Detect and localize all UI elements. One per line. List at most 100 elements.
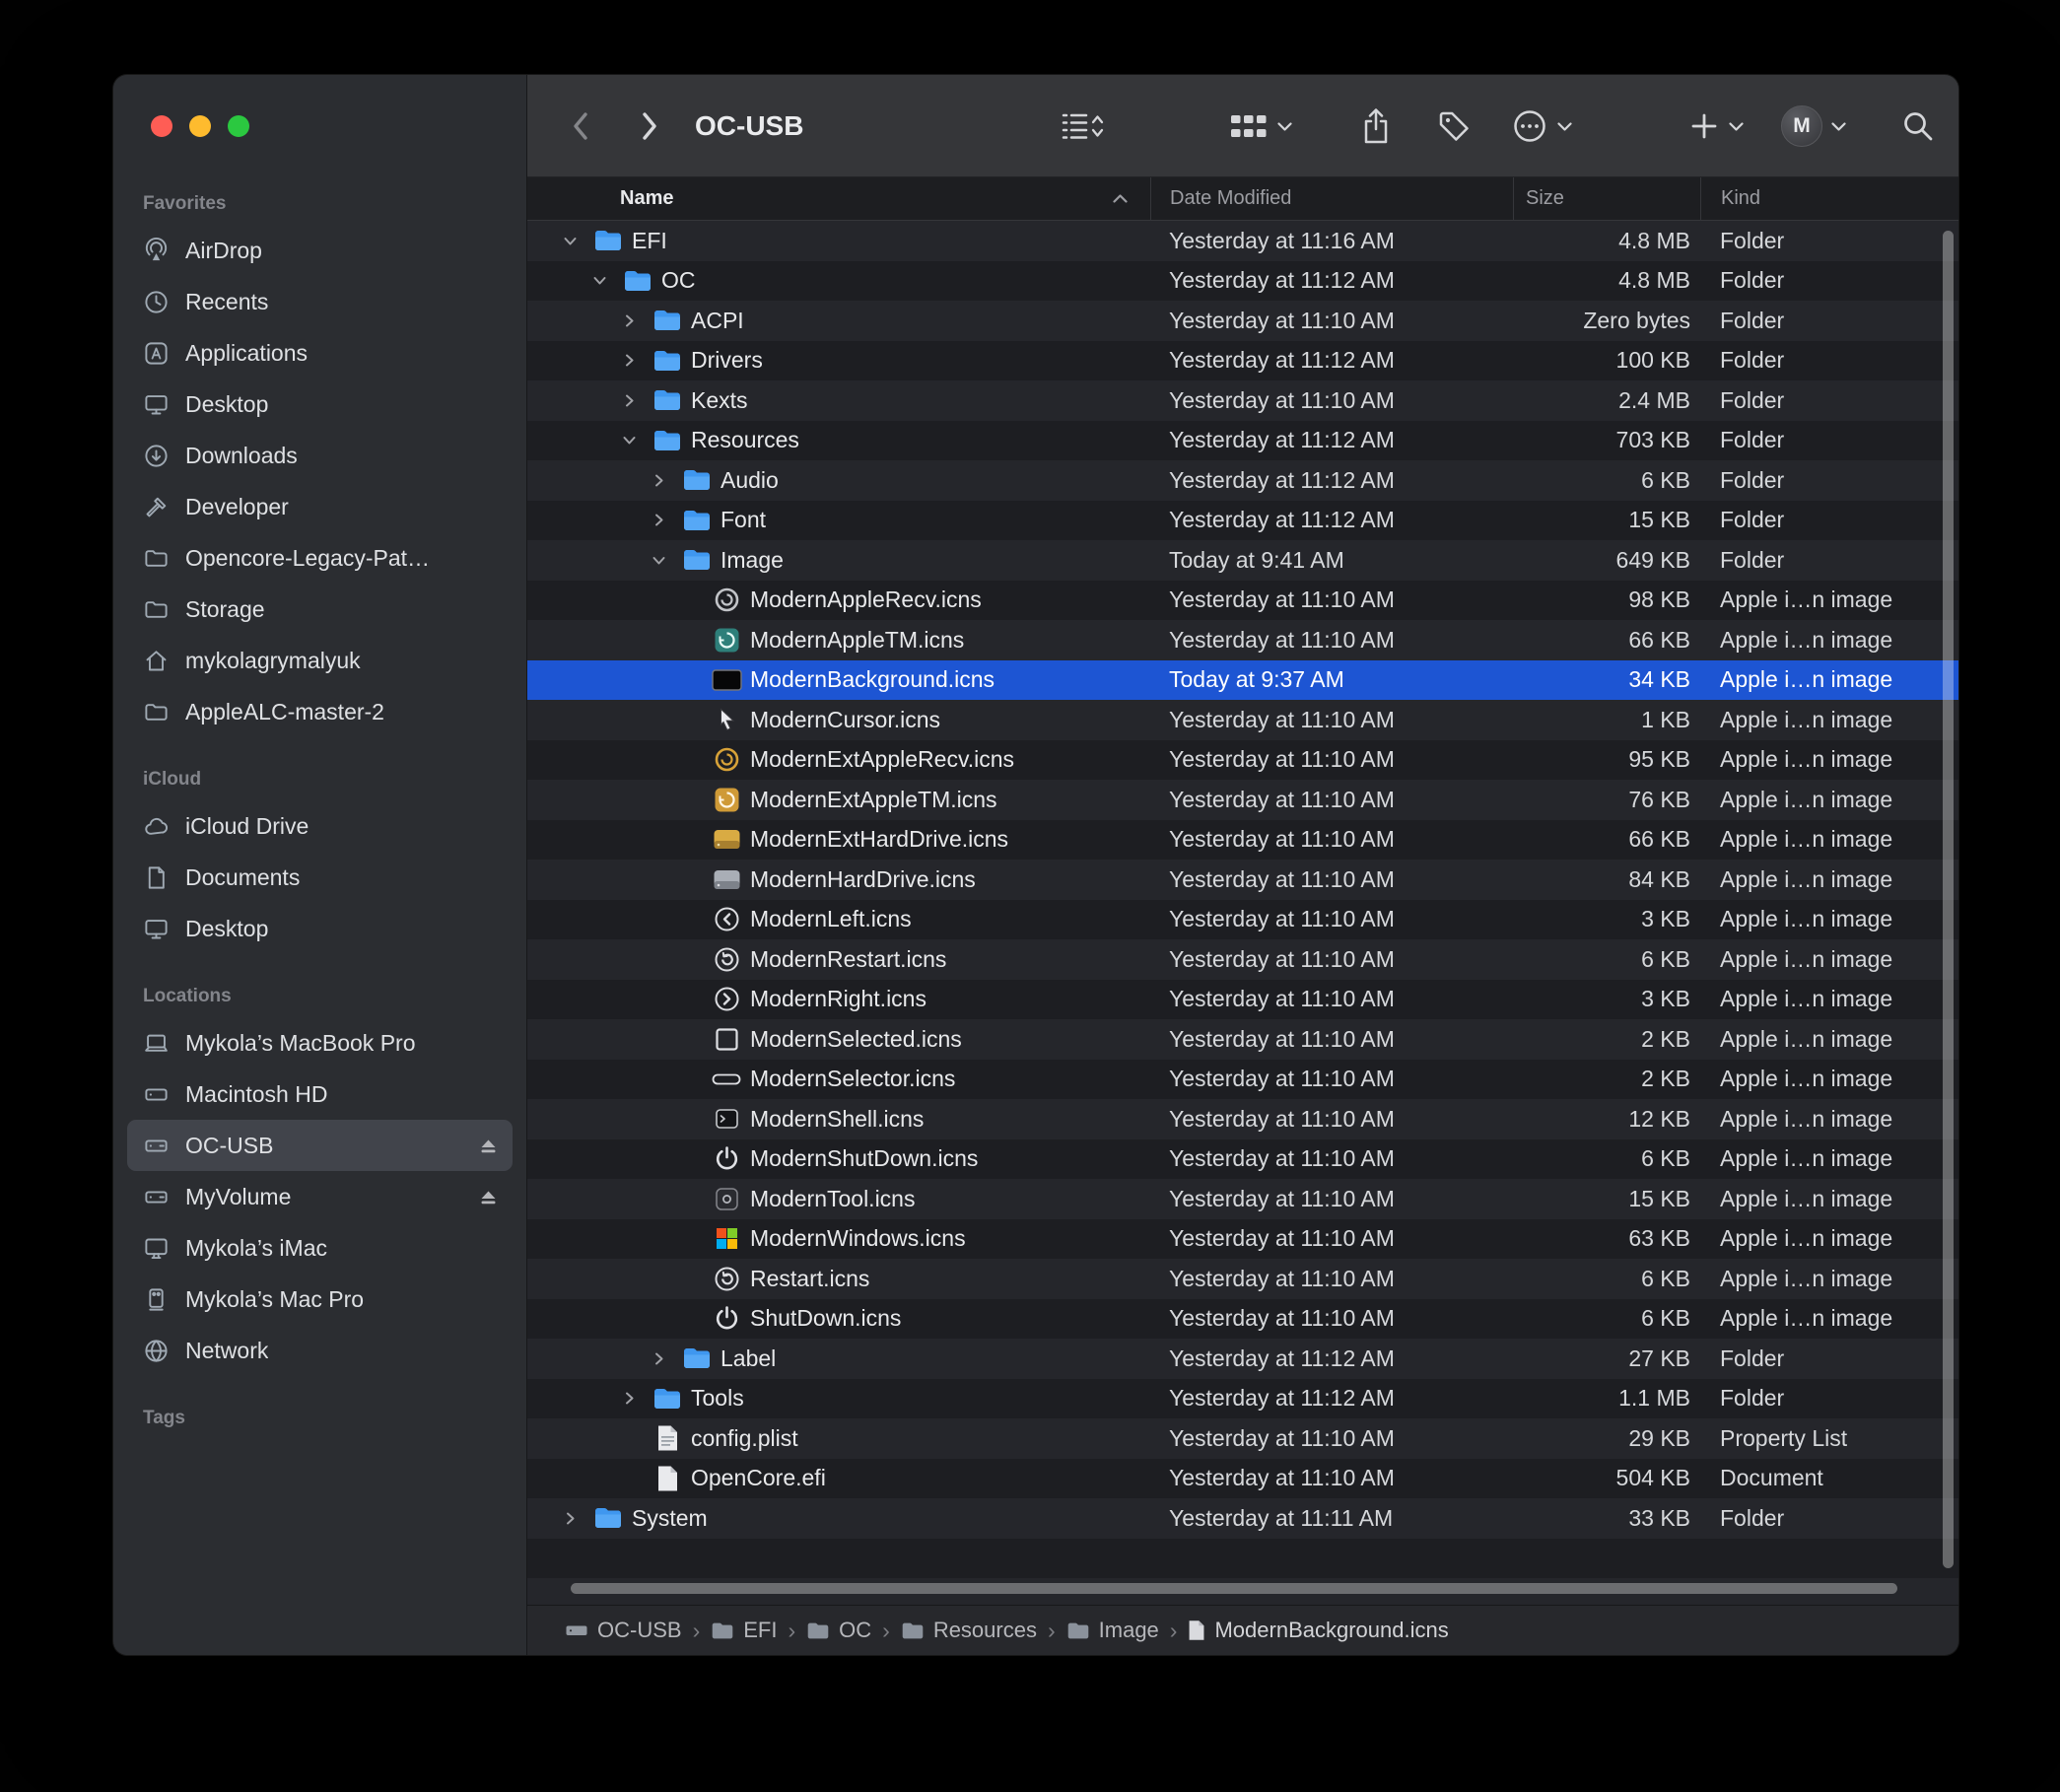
file-kind: Apple i…n image <box>1700 866 1958 893</box>
file-size: 6 KB <box>1513 1145 1700 1172</box>
file-row[interactable]: LabelYesterday at 11:12 AM27 KBFolder <box>527 1339 1958 1379</box>
file-row[interactable]: ModernAppleRecv.icnsYesterday at 11:10 A… <box>527 581 1958 621</box>
column-header-size[interactable]: Size <box>1513 177 1700 220</box>
sidebar-item-storage[interactable]: Storage <box>127 584 513 635</box>
sidebar-item-mykolagrymalyuk[interactable]: mykolagrymalyuk <box>127 635 513 686</box>
file-row[interactable]: ModernLeft.icnsYesterday at 11:10 AM3 KB… <box>527 900 1958 940</box>
file-row[interactable]: DriversYesterday at 11:12 AM100 KBFolder <box>527 341 1958 381</box>
file-row[interactable]: ModernSelected.icnsYesterday at 11:10 AM… <box>527 1019 1958 1060</box>
minimize-button[interactable] <box>189 115 211 137</box>
file-row[interactable]: ModernAppleTM.icnsYesterday at 11:10 AM6… <box>527 620 1958 660</box>
disclosure-triangle[interactable] <box>652 1351 681 1366</box>
file-row[interactable]: ModernCursor.icnsYesterday at 11:10 AM1 … <box>527 700 1958 740</box>
group-button[interactable] <box>1229 75 1293 177</box>
sidebar-item-desktop[interactable]: Desktop <box>127 379 513 430</box>
forward-button[interactable] <box>638 75 661 177</box>
sidebar-item-desktop[interactable]: Desktop <box>127 903 513 954</box>
sidebar-item-icloud-drive[interactable]: iCloud Drive <box>127 800 513 852</box>
file-size: 649 KB <box>1513 547 1700 574</box>
disclosure-triangle[interactable] <box>563 1511 592 1526</box>
path-segment-oc-usb[interactable]: OC-USB <box>565 1618 682 1643</box>
disclosure-triangle[interactable] <box>622 1391 652 1406</box>
sidebar-item-recents[interactable]: Recents <box>127 276 513 327</box>
file-row[interactable]: FontYesterday at 11:12 AM15 KBFolder <box>527 501 1958 541</box>
sidebar-item-label: Downloads <box>185 443 298 469</box>
disclosure-triangle[interactable] <box>592 273 622 288</box>
sidebar-item-applications[interactable]: Applications <box>127 327 513 379</box>
file-row[interactable]: Restart.icnsYesterday at 11:10 AM6 KBApp… <box>527 1259 1958 1299</box>
disclosure-triangle[interactable] <box>652 473 681 488</box>
zoom-button[interactable] <box>228 115 249 137</box>
column-header-name[interactable]: Name <box>527 177 1150 220</box>
eject-icon[interactable] <box>478 1188 499 1206</box>
sidebar-item-myvolume[interactable]: MyVolume <box>127 1171 513 1222</box>
vertical-scrollbar[interactable] <box>1943 231 1954 1568</box>
file-row[interactable]: ShutDown.icnsYesterday at 11:10 AM6 KBAp… <box>527 1299 1958 1340</box>
search-button[interactable] <box>1899 75 1937 177</box>
file-row[interactable]: ModernTool.icnsYesterday at 11:10 AM15 K… <box>527 1179 1958 1219</box>
share-button[interactable] <box>1361 75 1391 177</box>
disclosure-triangle[interactable] <box>622 313 652 328</box>
file-row[interactable]: ModernShutDown.icnsYesterday at 11:10 AM… <box>527 1139 1958 1180</box>
disclosure-triangle[interactable] <box>563 234 592 248</box>
sidebar-item-documents[interactable]: Documents <box>127 852 513 903</box>
sidebar-item-network[interactable]: Network <box>127 1325 513 1376</box>
file-row[interactable]: ModernExtAppleTM.icnsYesterday at 11:10 … <box>527 780 1958 820</box>
eject-icon[interactable] <box>478 1137 499 1155</box>
column-header-kind[interactable]: Kind <box>1700 177 1958 220</box>
file-date-modified: Yesterday at 11:12 AM <box>1150 347 1513 374</box>
column-header-date-modified[interactable]: Date Modified <box>1150 177 1513 220</box>
sidebar-item-mykola-s-imac[interactable]: Mykola’s iMac <box>127 1222 513 1274</box>
horizontal-scrollbar[interactable] <box>571 1583 1897 1594</box>
disclosure-triangle[interactable] <box>622 433 652 448</box>
sidebar-item-opencore-legacy-pat[interactable]: Opencore-Legacy-Pat… <box>127 532 513 584</box>
sidebar-item-mykola-s-mac-pro[interactable]: Mykola’s Mac Pro <box>127 1274 513 1325</box>
file-row[interactable]: ACPIYesterday at 11:10 AMZero bytesFolde… <box>527 301 1958 341</box>
file-row[interactable]: ModernWindows.icnsYesterday at 11:10 AM6… <box>527 1219 1958 1260</box>
sidebar-item-developer[interactable]: Developer <box>127 481 513 532</box>
file-row[interactable]: ModernSelector.icnsYesterday at 11:10 AM… <box>527 1060 1958 1100</box>
file-row[interactable]: AudioYesterday at 11:12 AM6 KBFolder <box>527 460 1958 501</box>
file-row[interactable]: ModernRestart.icnsYesterday at 11:10 AM6… <box>527 939 1958 980</box>
more-actions-button[interactable] <box>1511 75 1573 177</box>
file-row[interactable]: ModernShell.icnsYesterday at 11:10 AM12 … <box>527 1099 1958 1139</box>
sidebar-item-applealc-master-2[interactable]: AppleALC-master-2 <box>127 686 513 737</box>
sidebar-item-downloads[interactable]: Downloads <box>127 430 513 481</box>
path-segment-oc[interactable]: OC <box>806 1618 871 1643</box>
path-segment-modernbackground-icns[interactable]: ModernBackground.icns <box>1188 1618 1448 1643</box>
file-row[interactable]: ToolsYesterday at 11:12 AM1.1 MBFolder <box>527 1379 1958 1419</box>
file-row[interactable]: SystemYesterday at 11:11 AM33 KBFolder <box>527 1498 1958 1539</box>
disclosure-triangle[interactable] <box>622 353 652 368</box>
add-button[interactable] <box>1688 75 1745 177</box>
file-name: System <box>632 1505 708 1532</box>
file-row[interactable]: OpenCore.efiYesterday at 11:10 AM504 KBD… <box>527 1459 1958 1499</box>
sidebar-item-oc-usb[interactable]: OC-USB <box>127 1120 513 1171</box>
file-row[interactable]: ModernExtAppleRecv.icnsYesterday at 11:1… <box>527 740 1958 781</box>
back-button[interactable] <box>569 75 592 177</box>
tags-button[interactable] <box>1436 75 1472 177</box>
file-size: 2.4 MB <box>1513 387 1700 414</box>
file-row[interactable]: KextsYesterday at 11:10 AM2.4 MBFolder <box>527 380 1958 421</box>
file-row[interactable]: ModernRight.icnsYesterday at 11:10 AM3 K… <box>527 980 1958 1020</box>
sidebar-item-macintosh-hd[interactable]: Macintosh HD <box>127 1068 513 1120</box>
file-name: ModernBackground.icns <box>750 666 995 693</box>
path-segment-resources[interactable]: Resources <box>901 1618 1037 1643</box>
view-options-button[interactable] <box>1060 75 1105 177</box>
path-segment-image[interactable]: Image <box>1066 1618 1159 1643</box>
file-row[interactable]: ModernBackground.icnsToday at 9:37 AM34 … <box>527 660 1958 701</box>
sidebar-item-mykola-s-macbook-pro[interactable]: Mykola’s MacBook Pro <box>127 1017 513 1068</box>
file-row[interactable]: config.plistYesterday at 11:10 AM29 KBPr… <box>527 1418 1958 1459</box>
user-avatar-button[interactable]: M <box>1781 75 1847 177</box>
disclosure-triangle[interactable] <box>622 393 652 408</box>
disclosure-triangle[interactable] <box>652 553 681 568</box>
file-row[interactable]: ModernExtHardDrive.icnsYesterday at 11:1… <box>527 820 1958 861</box>
file-row[interactable]: ImageToday at 9:41 AM649 KBFolder <box>527 540 1958 581</box>
file-row[interactable]: EFIYesterday at 11:16 AM4.8 MBFolder <box>527 221 1958 261</box>
close-button[interactable] <box>151 115 172 137</box>
file-row[interactable]: ModernHardDrive.icnsYesterday at 11:10 A… <box>527 860 1958 900</box>
sidebar-item-airdrop[interactable]: AirDrop <box>127 225 513 276</box>
path-segment-efi[interactable]: EFI <box>711 1618 777 1643</box>
file-row[interactable]: OCYesterday at 11:12 AM4.8 MBFolder <box>527 261 1958 302</box>
file-row[interactable]: ResourcesYesterday at 11:12 AM703 KBFold… <box>527 421 1958 461</box>
disclosure-triangle[interactable] <box>652 513 681 527</box>
